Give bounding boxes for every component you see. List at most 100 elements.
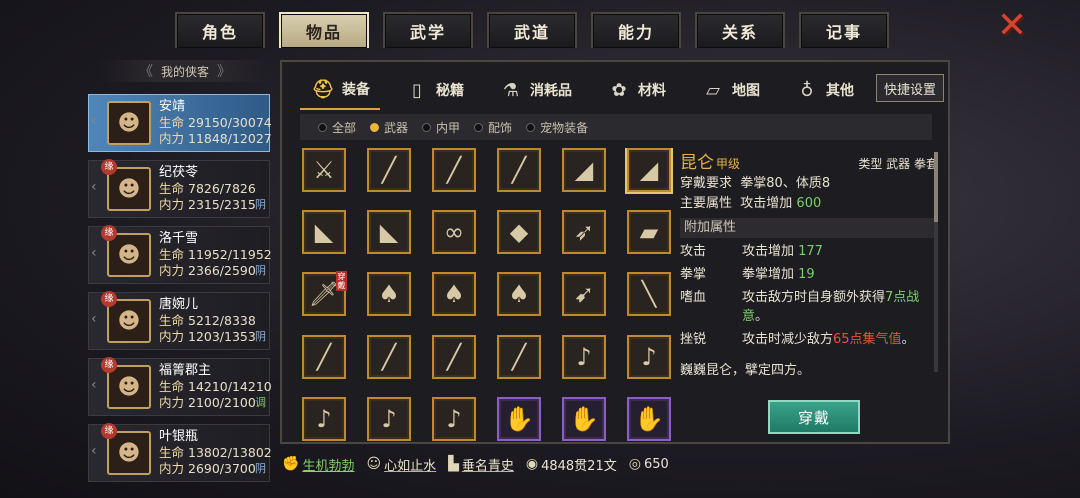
item-slot[interactable]: ∞ — [432, 210, 476, 255]
hero-mp: 内力 1203/1353 — [159, 329, 269, 345]
filter-option[interactable]: 配饰 — [474, 119, 512, 136]
hero-card[interactable]: ‹ ☻ 缘 洛千雪 生命 11952/11952 内力 2366/2590 阴 — [88, 225, 272, 284]
item-slot[interactable]: ✋ — [562, 396, 606, 441]
mp-label: 内力 — [159, 263, 185, 278]
status-coin[interactable]: ◉ 4848贯21文 — [526, 455, 617, 474]
filter-option[interactable]: 内甲 — [422, 119, 460, 136]
item-slot[interactable]: ♪ — [562, 334, 606, 379]
item-slot[interactable]: 🗡 穿戴 — [302, 271, 347, 317]
mp-label: 内力 — [159, 395, 185, 410]
item-slot[interactable]: ✋ — [627, 396, 671, 441]
top-tab[interactable]: 物品 — [279, 12, 369, 48]
requirement-label: 穿戴要求 — [680, 176, 733, 191]
main-attr-prefix: 攻击增加 — [740, 196, 797, 211]
item-slot[interactable]: ♠ — [432, 272, 476, 317]
hero-card[interactable]: ‹ ☻ 缘 福箐郡主 生命 14210/14210 内力 2100/2100 调 — [88, 357, 272, 416]
item-slot[interactable]: ╱ — [497, 334, 541, 379]
item-slot[interactable]: ╱ — [432, 334, 476, 379]
item-detail: 昆仑 甲级 类型 武器 拳套 穿戴要求 拳掌80、体质8 主要属性 攻击增加 6… — [680, 148, 938, 442]
weapon-icon: ♠ — [508, 280, 530, 309]
chevron-left-icon[interactable]: 《 — [139, 61, 153, 81]
radio-icon — [370, 122, 380, 132]
status-jade[interactable]: ◎ 650 — [629, 456, 669, 472]
status-text: 650 — [643, 456, 669, 472]
hero-card[interactable]: ‹ ☻ 缘 纪茯苓 生命 7826/7826 内力 2315/2315 阴 — [88, 159, 270, 218]
hp-value: 29150/30074 — [188, 115, 272, 130]
item-slot[interactable]: ◢ — [627, 148, 671, 192]
hero-info: 唐婉儿 生命 5212/8338 内力 1203/1353 — [159, 297, 269, 345]
status-mood[interactable]: ☺ 心如止水 — [366, 455, 436, 474]
status-fame[interactable]: ▙ 垂名青史 — [448, 455, 514, 474]
hero-info: 安靖 生命 29150/30074 内力 11848/12027 — [159, 99, 272, 147]
top-tab[interactable]: 武道 — [487, 12, 577, 48]
relation-badge: 缘 — [101, 225, 117, 241]
status-muscle[interactable]: ✊ 生机勃勃 — [282, 455, 354, 474]
weapon-icon: ♠ — [443, 280, 465, 309]
quick-settings-button[interactable]: 快捷设置 — [876, 74, 944, 102]
muscle-icon: ✊ — [282, 456, 300, 472]
weapon-icon: ╱ — [446, 342, 462, 371]
item-slot[interactable]: ╲ — [627, 272, 671, 317]
weapon-icon: ➶ — [573, 218, 595, 247]
item-slot[interactable]: ╱ — [302, 334, 346, 379]
radio-icon — [422, 122, 432, 132]
top-tab[interactable]: 关系 — [695, 12, 785, 48]
item-slot[interactable]: ➶ — [562, 210, 606, 255]
status-bar: ✊ 生机勃勃 ☺ 心如止水 ▙ 垂名青史 ◉ 4848贯21文 ◎ 650 — [282, 450, 682, 478]
hp-label: 生命 — [159, 379, 185, 394]
item-slot[interactable]: ♠ — [497, 272, 541, 317]
item-slot[interactable]: ✋ — [497, 396, 541, 441]
hero-state-tag: 阴 — [255, 462, 266, 475]
item-slot[interactable]: ◆ — [497, 210, 541, 255]
item-slot[interactable]: ╱ — [497, 148, 541, 192]
hero-card[interactable]: ‹ ☻ 缘 叶银瓶 生命 13802/13802 内力 2690/3700 阴 — [88, 423, 272, 482]
tab-book[interactable]: ▯ 秘籍 — [394, 70, 474, 110]
tab-map[interactable]: ▱ 地图 — [690, 70, 770, 110]
item-flavor-text: 巍巍昆仑，擘定四方。 — [680, 363, 811, 378]
item-slot[interactable]: ◣ — [367, 210, 411, 255]
avatar: ☻ — [107, 233, 151, 277]
equip-button[interactable]: 穿戴 — [768, 400, 860, 434]
item-slot[interactable]: ♪ — [302, 396, 346, 441]
item-slot[interactable]: ◢ — [562, 148, 606, 192]
item-slot[interactable]: ╱ — [367, 334, 411, 379]
item-slot[interactable]: ♠ — [367, 272, 411, 317]
filter-label: 内甲 — [436, 120, 461, 135]
hero-card[interactable]: ‹ ☻ 缘 唐婉儿 生命 5212/8338 内力 1203/1353 阴 — [88, 291, 270, 350]
item-slot[interactable]: ♪ — [432, 396, 476, 441]
tab-bag[interactable]: ♁ 其他 — [784, 70, 864, 110]
hero-hp: 生命 5212/8338 — [159, 313, 269, 329]
detail-scrollbar[interactable] — [934, 152, 938, 372]
tab-label: 其他 — [826, 83, 854, 99]
item-slot[interactable]: ╱ — [367, 148, 411, 192]
item-slot[interactable]: ╱ — [432, 148, 476, 192]
weapon-icon: ♪ — [316, 404, 332, 433]
tab-herb[interactable]: ✿ 材料 — [596, 70, 676, 110]
avatar: ☻ — [107, 299, 151, 343]
filter-option[interactable]: 武器 — [370, 119, 408, 136]
tab-potion[interactable]: ⚗ 消耗品 — [488, 70, 582, 110]
item-slot[interactable]: ♪ — [367, 396, 411, 441]
hero-mp: 内力 2315/2315 — [159, 197, 269, 213]
filter-option[interactable]: 全部 — [318, 119, 356, 136]
item-slot[interactable]: ➹ — [562, 272, 606, 317]
filter-option[interactable]: 宠物装备 — [526, 119, 588, 136]
hp-value: 7826/7826 — [188, 181, 256, 196]
top-tab[interactable]: 记事 — [799, 12, 889, 48]
hero-card[interactable]: ‹ ☻ 安靖 生命 29150/30074 内力 11848/12027 — [88, 94, 272, 152]
close-icon[interactable]: ✕ — [994, 8, 1030, 44]
weapon-icon: ♪ — [446, 404, 462, 433]
item-slot[interactable]: ◣ — [302, 210, 346, 255]
chevron-right-icon[interactable]: 》 — [217, 61, 231, 81]
stat-row: 嗜血 攻击敌方时自身额外获得7点战意。 — [680, 288, 938, 326]
item-slot[interactable]: ⚔ — [302, 148, 346, 192]
top-tab[interactable]: 能力 — [591, 12, 681, 48]
hero-name: 唐婉儿 — [159, 297, 199, 312]
stat-row: 挫锐 攻击时减少敌方65点集气值。 — [680, 330, 938, 349]
item-slot[interactable]: ♪ — [627, 334, 671, 379]
item-slot[interactable]: ▰ — [627, 210, 671, 255]
top-tab[interactable]: 武学 — [383, 12, 473, 48]
tab-armor[interactable]: ⛑ 装备 — [300, 70, 380, 110]
top-tab[interactable]: 角色 — [175, 12, 265, 48]
filter-label: 全部 — [332, 120, 357, 135]
